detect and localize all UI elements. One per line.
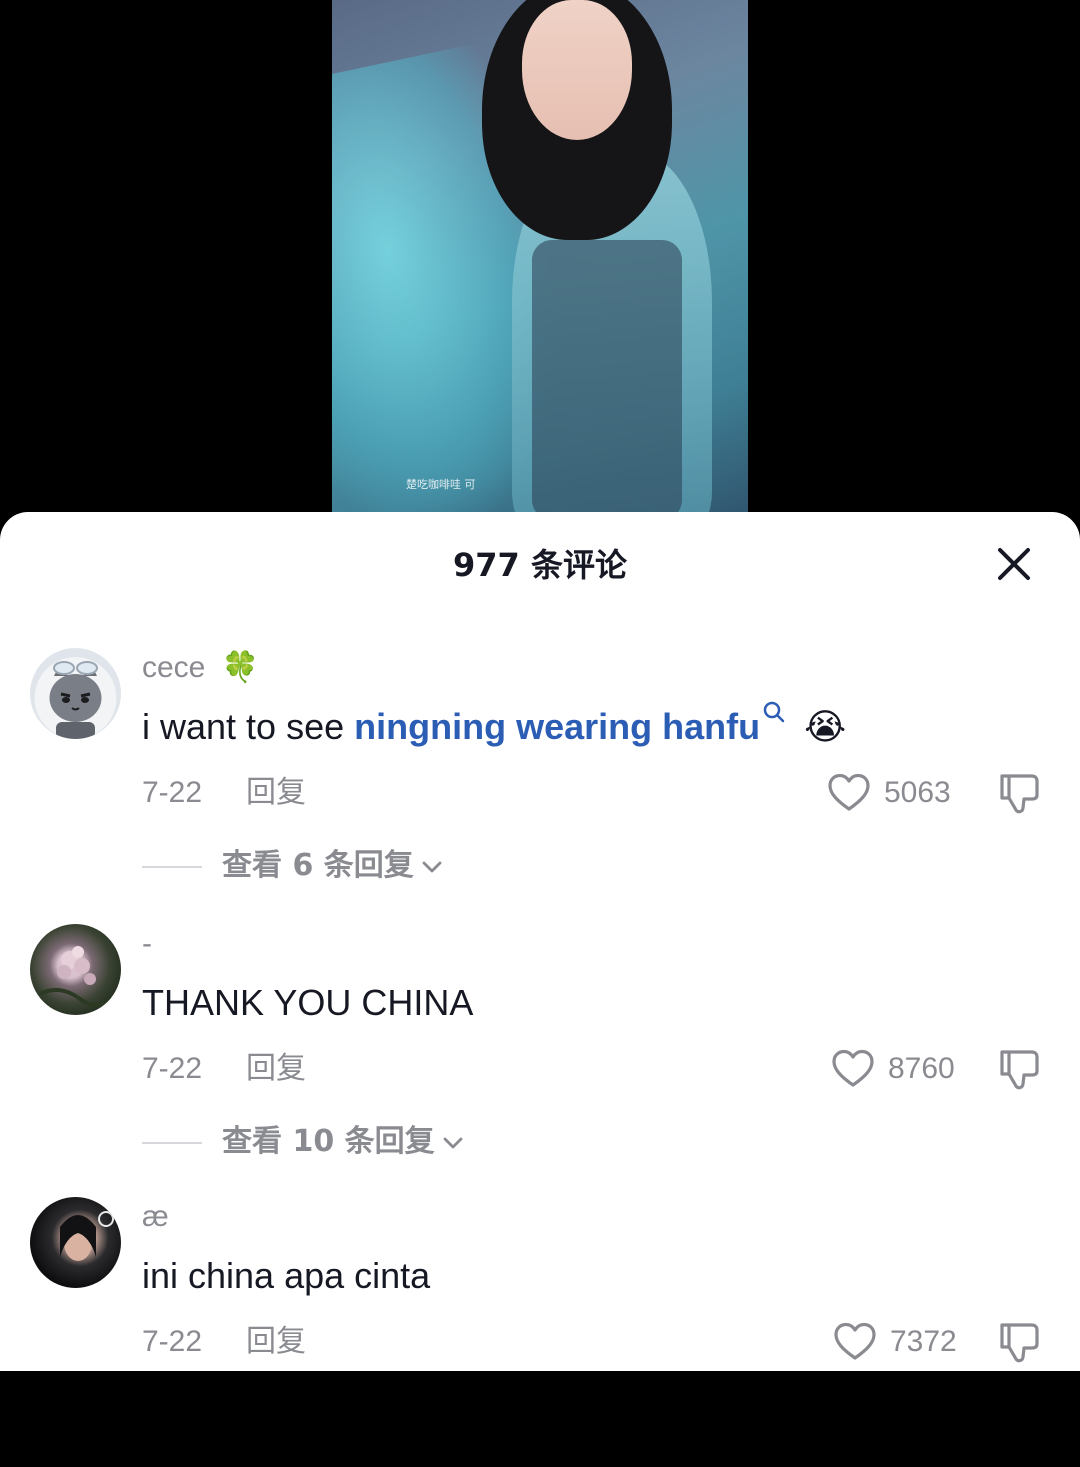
comment-text-plain: i want to see [142,706,355,747]
like-count: 5063 [884,776,951,809]
thumbs-down-icon[interactable] [994,1044,1044,1094]
comment-item: - THANK YOU CHINA 7-22 回复 8760 查看 10 条回复 [0,924,1080,1194]
view-replies-label[interactable]: 查看 6 条回复 [222,844,444,888]
username[interactable]: - [142,924,152,964]
avatar[interactable] [30,648,121,739]
username-text[interactable]: cece [142,651,205,684]
thumbs-down-icon[interactable] [994,768,1044,818]
comment-date: 7-22 [142,1052,203,1085]
search-icon[interactable] [762,700,786,724]
video-figure-face [522,0,632,140]
comment-text: THANK YOU CHINA [142,982,474,1023]
comment-count-title: 977 条评论 [453,546,627,584]
comment-item: cece 🍀 i want to see ningning wearing ha… [0,648,1080,918]
cat-avatar-icon [49,661,102,739]
comment-date: 7-22 [142,776,203,809]
video-watermark: 楚吃咖啡哇 可 [406,478,476,491]
view-replies-label[interactable]: 查看 10 条回复 [222,1120,465,1164]
reply-button[interactable]: 回复 [246,773,306,813]
close-icon[interactable] [994,544,1034,584]
video-figure-dress [532,240,682,512]
like-count: 7372 [890,1325,957,1358]
video-frame[interactable]: 楚吃咖啡哇 可 [332,0,748,512]
thumbs-down-icon[interactable] [994,1317,1044,1367]
comment-text: i want to see ningning wearing hanfu 😭 [142,701,847,750]
clover-icon: 🍀 [221,651,260,684]
username[interactable]: æ [142,1197,169,1237]
sheet-header: 977 条评论 [0,512,1080,612]
comment-date: 7-22 [142,1325,203,1358]
reply-button[interactable]: 回复 [246,1049,306,1089]
comment-text: ini china apa cinta [142,1255,431,1296]
crying-face-icon: 😭 [804,706,847,747]
avatar[interactable] [30,1197,121,1288]
heart-icon[interactable] [830,1046,876,1092]
search-link[interactable]: ningning wearing hanfu [354,706,760,747]
chevron-down-icon [443,1137,463,1148]
chevron-down-icon [422,861,442,872]
username[interactable]: cece 🍀 [142,648,259,688]
avatar[interactable] [30,924,121,1015]
comment-item: æ ini china apa cinta 7-22 回复 7372 [0,1197,1080,1467]
reply-button[interactable]: 回复 [246,1322,306,1362]
person-avatar-icon [60,1211,114,1261]
heart-icon[interactable] [826,770,872,816]
blossom-avatar-icon [39,946,120,1008]
heart-icon[interactable] [832,1319,878,1365]
like-count: 8760 [888,1052,955,1085]
video-area[interactable]: 楚吃咖啡哇 可 [0,0,1080,540]
divider [142,1142,202,1144]
comment-sheet: 977 条评论 cece 🍀 i want to see ningning we… [0,512,1080,1371]
divider [142,866,202,868]
